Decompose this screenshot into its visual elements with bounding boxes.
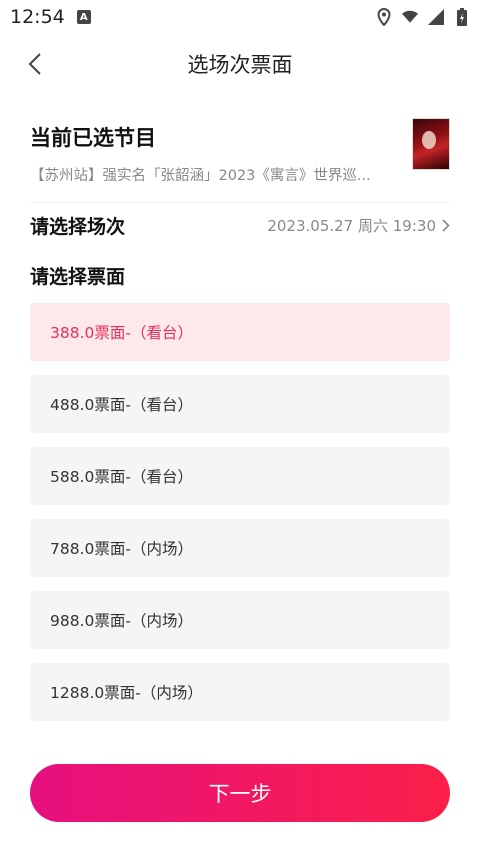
session-selector[interactable]: 请选择场次 2023.05.27 周六 19:30 bbox=[30, 203, 450, 248]
selected-show-heading: 当前已选节目 bbox=[30, 126, 156, 150]
session-value-wrap: 2023.05.27 周六 19:30 bbox=[267, 215, 450, 236]
notification-a-icon: A bbox=[76, 10, 91, 24]
next-button[interactable]: 下一步 bbox=[30, 764, 450, 822]
status-time: 12:54 bbox=[10, 6, 65, 28]
location-icon bbox=[376, 8, 392, 26]
selected-show-name: 【苏州站】强实名「张韶涵」2023《寓言》世界巡... bbox=[30, 168, 371, 184]
page-title: 选场次票面 bbox=[187, 53, 293, 77]
ticket-heading: 请选择票面 bbox=[30, 266, 126, 288]
back-button[interactable] bbox=[18, 46, 52, 82]
session-value: 2023.05.27 周六 19:30 bbox=[267, 217, 436, 235]
ticket-option[interactable]: 1288.0票面-（内场） bbox=[30, 663, 450, 721]
ticket-option[interactable]: 488.0票面-（看台） bbox=[30, 375, 450, 433]
ticket-option[interactable]: 788.0票面-（内场） bbox=[30, 519, 450, 577]
selected-show-section: 当前已选节目 【苏州站】强实名「张韶涵」2023《寓言》世界巡... bbox=[0, 118, 480, 185]
status-bar: 12:54 A bbox=[0, 0, 480, 34]
battery-icon bbox=[454, 8, 470, 26]
session-label: 请选择场次 bbox=[30, 216, 126, 238]
cell-signal-icon bbox=[428, 8, 444, 26]
ticket-option[interactable]: 388.0票面-（看台） bbox=[30, 303, 450, 361]
chevron-left-icon bbox=[28, 53, 41, 75]
ticket-option[interactable]: 588.0票面-（看台） bbox=[30, 447, 450, 505]
ticket-list: 388.0票面-（看台） 488.0票面-（看台） 588.0票面-（看台） 7… bbox=[0, 303, 480, 721]
show-poster-image bbox=[412, 118, 450, 170]
nav-bar: 选场次票面 bbox=[0, 34, 480, 94]
ticket-option[interactable]: 988.0票面-（内场） bbox=[30, 591, 450, 649]
wifi-icon bbox=[402, 8, 418, 26]
footer: 下一步 bbox=[30, 764, 450, 822]
chevron-right-icon bbox=[442, 219, 450, 232]
